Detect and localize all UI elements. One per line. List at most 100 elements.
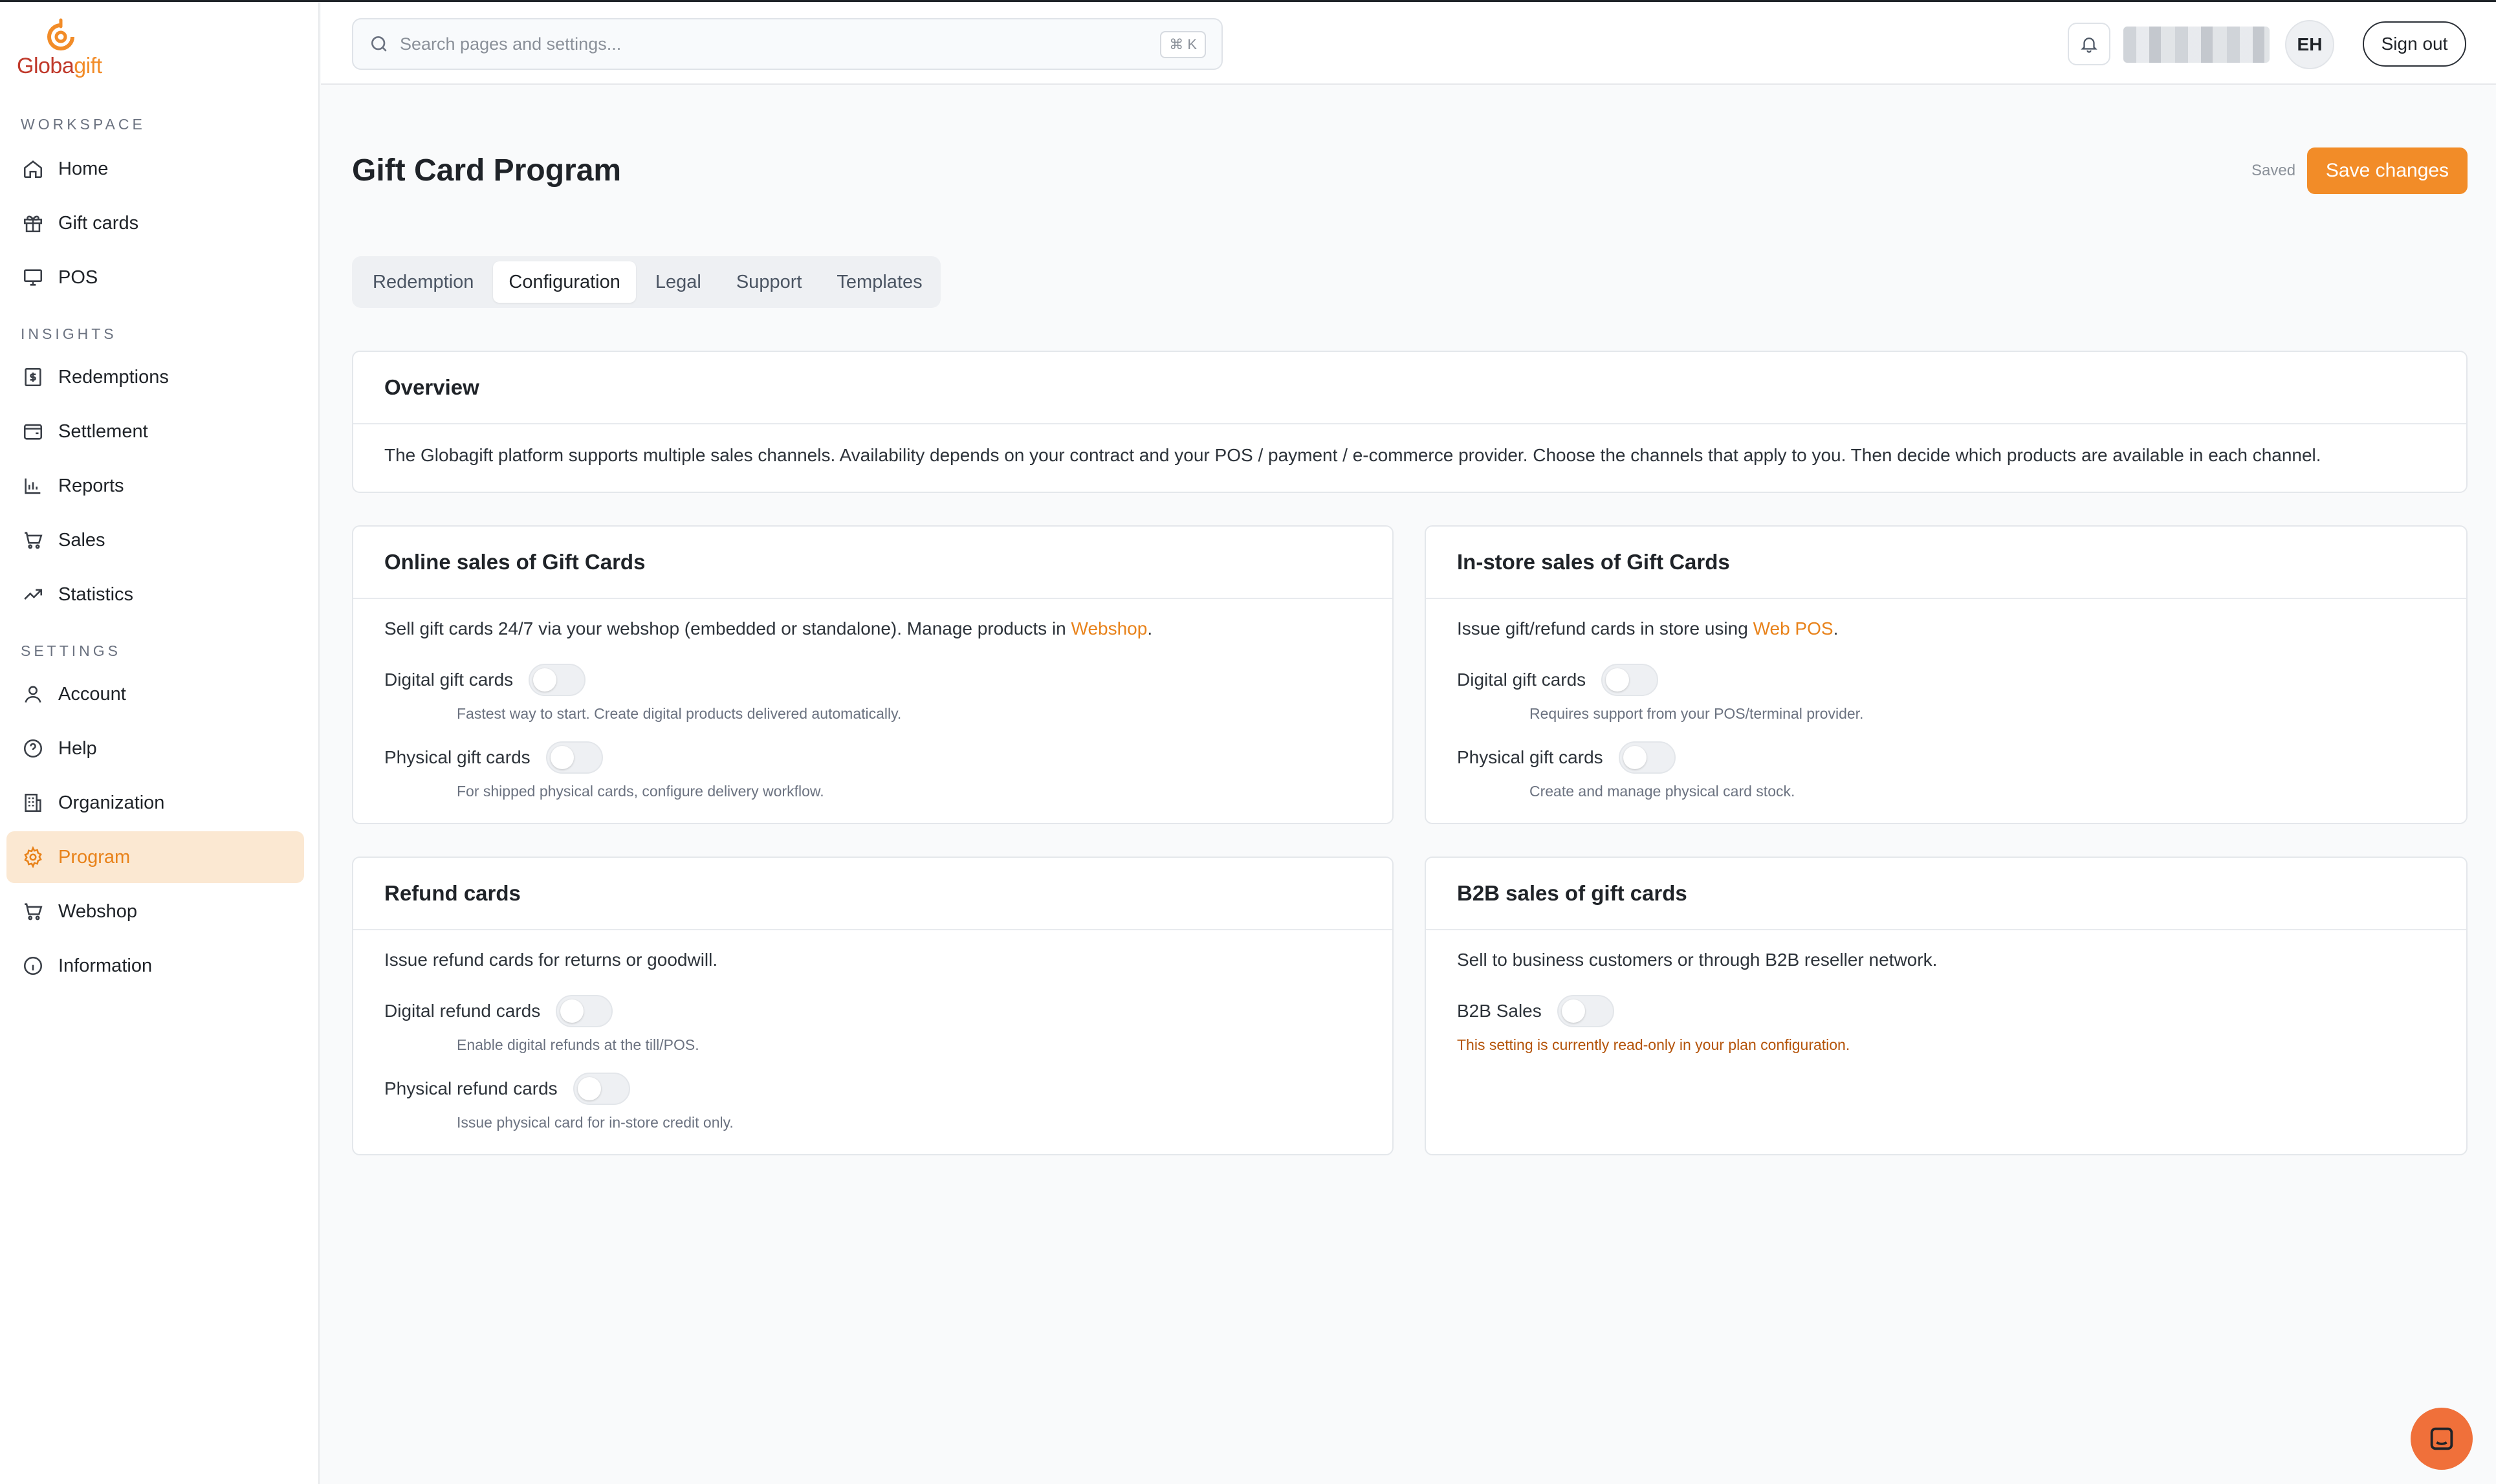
sidebar-item-label: Webshop — [58, 900, 137, 922]
web-pos-link[interactable]: Web POS — [1753, 618, 1834, 638]
sidebar-item-label: Program — [58, 846, 131, 867]
row-hint: Requires support from your POS/terminal … — [1529, 705, 1864, 722]
sign-out-button[interactable]: Sign out — [2363, 21, 2466, 67]
b2b-sales-row: B2B Sales — [1457, 995, 1614, 1027]
sidebar-item-pos[interactable]: POS — [6, 252, 304, 303]
sidebar-item-help[interactable]: Help — [6, 723, 304, 774]
home-icon — [21, 157, 45, 181]
save-changes-button[interactable]: Save changes — [2307, 147, 2468, 194]
chat-launcher-button[interactable] — [2411, 1408, 2473, 1470]
sidebar-item-reports[interactable]: Reports — [6, 460, 304, 512]
info-icon — [21, 954, 45, 978]
b2b-description: Sell to business customers or through B2… — [1457, 950, 1938, 970]
digital-refund-row: Digital refund cards — [384, 995, 613, 1027]
sidebar-item-home[interactable]: Home — [6, 143, 304, 195]
notifications-button[interactable] — [2068, 23, 2110, 65]
row-hint: Create and manage physical card stock. — [1529, 783, 1795, 800]
b2b-sales-card: B2B sales of gift cards Sell to business… — [1425, 857, 2468, 1155]
gear-icon — [21, 845, 45, 869]
logo-mark-icon — [47, 18, 74, 50]
avatar[interactable]: EH — [2285, 20, 2334, 69]
online-sales-card: Online sales of Gift Cards Sell gift car… — [352, 525, 1394, 824]
bar-chart-icon — [21, 474, 45, 498]
trend-icon — [21, 582, 45, 607]
sidebar-item-label: POS — [58, 267, 98, 288]
wallet-icon — [21, 419, 45, 444]
physical-gift-cards-toggle[interactable] — [545, 741, 603, 774]
online-description: Sell gift cards 24/7 via your webshop (e… — [384, 618, 1153, 638]
row-label: Digital gift cards — [1457, 670, 1586, 690]
sidebar-item-label: Reports — [58, 475, 124, 496]
instore-physical-toggle[interactable] — [1618, 741, 1676, 774]
digital-gift-cards-row: Digital gift cards — [384, 664, 586, 696]
digital-gift-cards-toggle[interactable] — [529, 664, 586, 696]
search-bar[interactable]: ⌘ K — [352, 18, 1223, 70]
refund-description: Issue refund cards for returns or goodwi… — [384, 950, 718, 970]
physical-refund-row: Physical refund cards — [384, 1073, 630, 1105]
overview-text: The Globagift platform supports multiple… — [384, 445, 2321, 465]
card-title: In-store sales of Gift Cards — [1426, 527, 2466, 599]
tab-templates[interactable]: Templates — [821, 261, 937, 303]
search-icon — [371, 36, 387, 52]
row-hint: Issue physical card for in-store credit … — [457, 1114, 734, 1131]
physical-refund-toggle[interactable] — [573, 1073, 630, 1105]
sidebar-item-gift-cards[interactable]: Gift cards — [6, 197, 304, 249]
bell-icon — [2081, 38, 2097, 53]
tab-legal[interactable]: Legal — [640, 261, 717, 303]
sidebar-item-label: Organization — [58, 792, 165, 813]
sidebar-item-organization[interactable]: Organization — [6, 777, 304, 829]
tab-configuration[interactable]: Configuration — [493, 261, 636, 303]
sidebar-item-label: Account — [58, 683, 126, 704]
logo-wordmark: Globagift — [17, 54, 102, 78]
webshop-link[interactable]: Webshop — [1071, 618, 1148, 638]
cart-icon — [21, 899, 45, 924]
sidebar-item-information[interactable]: Information — [6, 940, 304, 992]
sidebar-item-label: Statistics — [58, 584, 134, 605]
overview-card: Overview The Globagift platform supports… — [352, 351, 2468, 493]
user-name-redacted — [2123, 27, 2270, 63]
tab-support[interactable]: Support — [721, 261, 818, 303]
row-label: Physical gift cards — [384, 747, 531, 767]
b2b-sales-toggle[interactable] — [1557, 995, 1614, 1027]
card-title: Online sales of Gift Cards — [353, 527, 1392, 599]
row-label: Digital refund cards — [384, 1001, 541, 1021]
search-input[interactable] — [400, 34, 1111, 54]
row-label: Digital gift cards — [384, 670, 514, 690]
sidebar-item-account[interactable]: Account — [6, 668, 304, 720]
section-settings: SETTINGS — [21, 642, 122, 659]
card-title: Overview — [353, 352, 2466, 424]
page-title: Gift Card Program — [352, 153, 622, 188]
sidebar-item-webshop[interactable]: Webshop — [6, 886, 304, 937]
building-icon — [21, 791, 45, 815]
brand-logo[interactable]: Globagift — [17, 17, 107, 82]
row-label: Physical refund cards — [384, 1078, 558, 1098]
chat-icon — [2430, 1427, 2453, 1450]
tab-redemption[interactable]: Redemption — [357, 261, 489, 303]
readonly-warning: This setting is currently read-only in y… — [1457, 1036, 1850, 1053]
top-header: ⌘ K EH Sign out — [321, 2, 2496, 85]
row-label: Physical gift cards — [1457, 747, 1603, 767]
sidebar-item-label: Home — [58, 158, 109, 179]
row-hint: Enable digital refunds at the till/POS. — [457, 1036, 699, 1053]
row-hint: For shipped physical cards, configure de… — [457, 783, 824, 800]
sidebar-item-redemptions[interactable]: Redemptions — [6, 351, 304, 403]
instore-sales-card: In-store sales of Gift Cards Issue gift/… — [1425, 525, 2468, 824]
sidebar-item-statistics[interactable]: Statistics — [6, 569, 304, 620]
digital-refund-toggle[interactable] — [556, 995, 613, 1027]
sidebar-item-settlement[interactable]: Settlement — [6, 406, 304, 457]
sidebar: Globagift WORKSPACE Home Gift cards POS … — [0, 2, 320, 1484]
card-title: B2B sales of gift cards — [1426, 858, 2466, 930]
sidebar-item-label: Redemptions — [58, 366, 169, 387]
instore-digital-toggle[interactable] — [1601, 664, 1659, 696]
instore-description: Issue gift/refund cards in store using W… — [1457, 618, 1839, 638]
tab-bar: Redemption Configuration Legal Support T… — [352, 256, 941, 308]
cart-icon — [21, 528, 45, 552]
sidebar-item-label: Gift cards — [58, 212, 139, 234]
sidebar-item-program[interactable]: Program — [6, 831, 304, 883]
physical-gift-cards-row: Physical gift cards — [384, 741, 603, 774]
monitor-icon — [21, 265, 45, 290]
sidebar-item-label: Help — [58, 737, 97, 759]
sidebar-item-sales[interactable]: Sales — [6, 514, 304, 566]
refund-cards-card: Refund cards Issue refund cards for retu… — [352, 857, 1394, 1155]
sidebar-item-label: Sales — [58, 529, 105, 551]
